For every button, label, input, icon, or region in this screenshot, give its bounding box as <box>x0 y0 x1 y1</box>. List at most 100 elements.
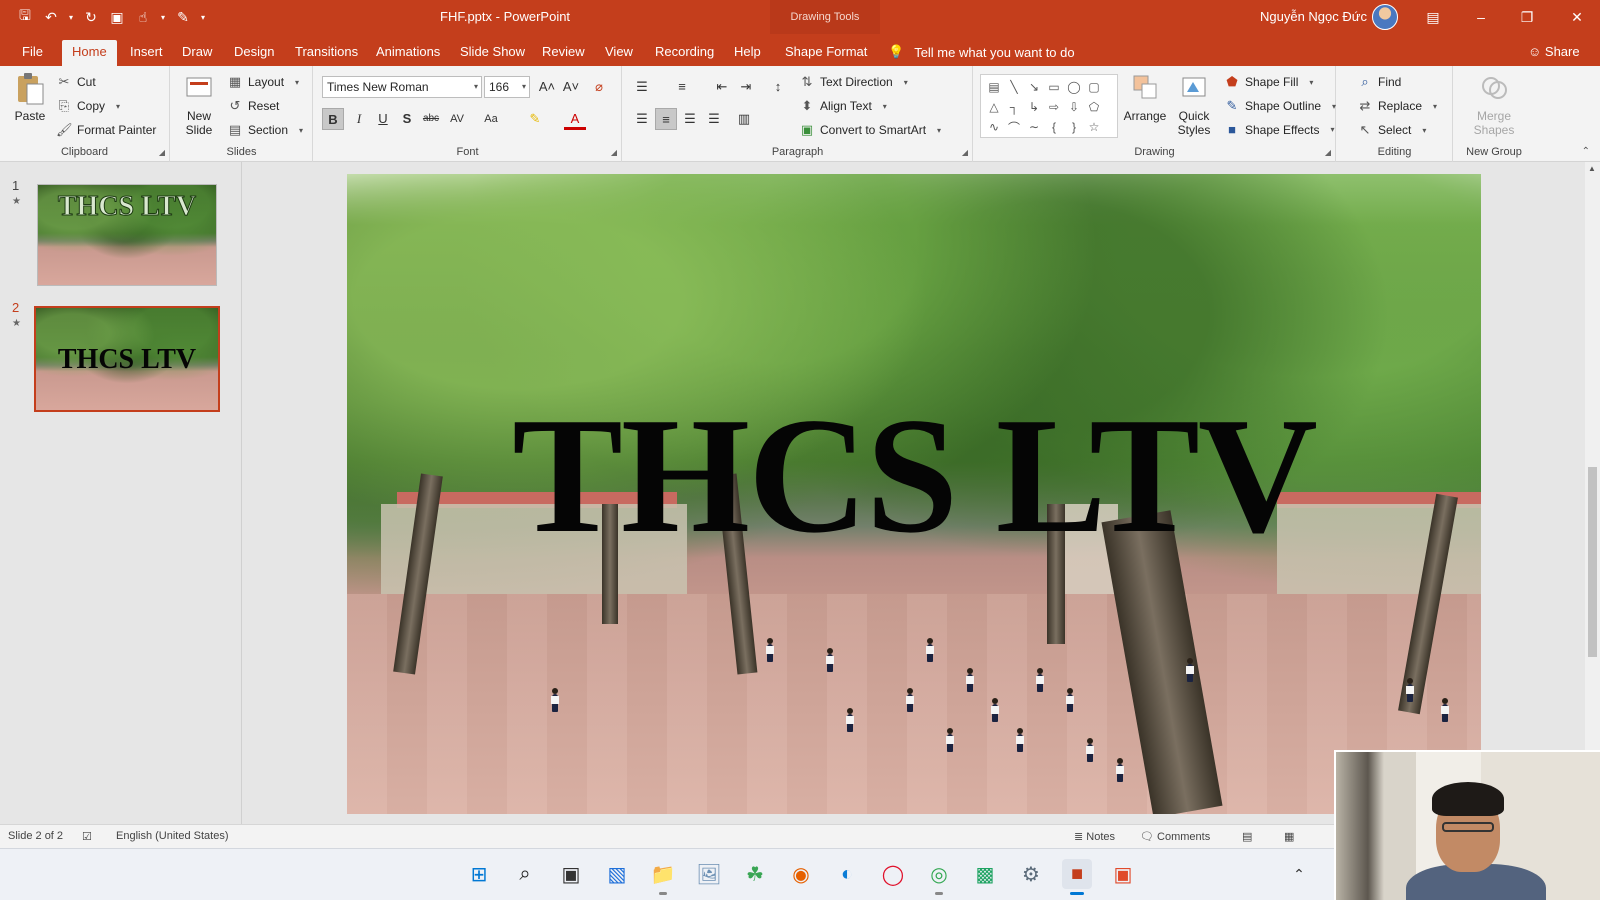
opera-icon[interactable]: ◯ <box>878 859 908 889</box>
shapes-gallery[interactable]: ▤ ╲ ↘ ▭ ◯ ▢ △ ┐ ↳ ⇨ ⇩ ⬠ ∿ ⌒ ∼ { } ☆ <box>980 74 1118 138</box>
oval-shape-icon[interactable]: ◯ <box>1064 77 1084 97</box>
tab-draw[interactable]: Draw <box>172 40 222 66</box>
widgets-icon[interactable]: ▧ <box>602 859 632 889</box>
text-shadow-icon[interactable]: S <box>396 108 418 130</box>
clear-formatting-icon[interactable]: ⌀ <box>588 76 610 98</box>
align-left-icon[interactable]: ☰ <box>631 108 653 130</box>
convert-smartart-button[interactable]: ▣ Convert to SmartArt ▾ <box>799 122 947 138</box>
select-button[interactable]: ↖ Select ▾ <box>1357 122 1432 138</box>
tab-help[interactable]: Help <box>724 40 771 66</box>
highlight-color-icon[interactable]: ✎ <box>524 108 546 130</box>
curve-icon[interactable]: ∼ <box>1024 117 1044 137</box>
font-launcher-icon[interactable]: ◢ <box>611 148 617 157</box>
minimize-icon[interactable]: – <box>1458 0 1504 34</box>
camtasia-icon[interactable]: ▩ <box>970 859 1000 889</box>
shape-outline-button[interactable]: ✎ Shape Outline ▾ <box>1224 98 1342 114</box>
star-shape-icon[interactable]: ☆ <box>1084 117 1104 137</box>
redo-icon[interactable]: ↻ <box>80 6 102 28</box>
bold-icon[interactable]: B <box>322 108 344 130</box>
justify-icon[interactable]: ☰ <box>703 108 725 130</box>
share-button[interactable]: ☺ Share <box>1528 44 1580 59</box>
drawing-launcher-icon[interactable]: ◢ <box>1325 148 1331 157</box>
find-button[interactable]: ⌕ Find <box>1357 74 1401 90</box>
left-brace-icon[interactable]: { <box>1044 117 1064 137</box>
elbow-arrow-icon[interactable]: ↳ <box>1024 97 1044 117</box>
arc-icon[interactable]: ⌒ <box>1004 117 1024 137</box>
line-shape-icon[interactable]: ╲ <box>1004 77 1024 97</box>
paste-button[interactable]: Paste <box>10 72 50 123</box>
search-icon[interactable]: ⌕ <box>510 859 540 889</box>
touch-dropdown-icon[interactable]: ▾ <box>158 6 168 28</box>
slide-title-text[interactable]: THCS LTV <box>347 392 1481 558</box>
presentation-icon[interactable]: ▣ <box>106 6 128 28</box>
align-text-button[interactable]: ⬍ Align Text ▾ <box>799 98 893 114</box>
strikethrough-icon[interactable]: abc <box>420 108 442 130</box>
language-status[interactable]: English (United States) <box>116 830 229 842</box>
format-painter-button[interactable]: 🖌 Format Painter <box>56 122 156 138</box>
firefox-icon[interactable]: ◉ <box>786 859 816 889</box>
chrome-icon[interactable]: ◎ <box>924 859 954 895</box>
tell-me-search[interactable]: 💡 Tell me what you want to do <box>888 44 1075 60</box>
font-family-select[interactable]: Times New Roman ▾ <box>322 76 482 98</box>
quick-styles-button[interactable]: Quick Styles <box>1172 72 1216 137</box>
tab-animations[interactable]: Animations <box>366 40 450 66</box>
restore-icon[interactable]: ❐ <box>1504 0 1550 34</box>
line-spacing-icon[interactable]: ↕ <box>767 76 789 98</box>
settings-gear-icon[interactable]: ⚙ <box>1016 859 1046 889</box>
text-direction-button[interactable]: ⇅ Text Direction ▾ <box>799 74 914 90</box>
scrollbar-thumb[interactable] <box>1588 467 1597 657</box>
scroll-up-icon[interactable]: ▲ <box>1588 164 1596 173</box>
chevron-up-icon[interactable]: ⌃ <box>1284 859 1314 889</box>
shrink-font-icon[interactable]: A˅ <box>560 76 582 98</box>
app-icon[interactable]: ☘ <box>740 859 770 889</box>
new-slide-button[interactable]: New Slide <box>177 72 221 137</box>
notes-button[interactable]: ≣ Notes <box>1074 830 1115 843</box>
tab-home[interactable]: Home <box>62 40 117 66</box>
right-arrow-shape-icon[interactable]: ⇨ <box>1044 97 1064 117</box>
windows-start-icon[interactable]: ⊞ <box>464 859 494 889</box>
collapse-ribbon-icon[interactable]: ⌃ <box>1582 146 1590 157</box>
tab-recording[interactable]: Recording <box>645 40 724 66</box>
undo-icon[interactable]: ↶ <box>40 6 62 28</box>
tab-shape-format[interactable]: Shape Format <box>775 40 877 66</box>
down-arrow-shape-icon[interactable]: ⇩ <box>1064 97 1084 117</box>
tab-file[interactable]: File <box>12 40 53 66</box>
align-center-icon[interactable]: ≡ <box>655 108 677 130</box>
powerpoint-icon[interactable]: ■ <box>1062 859 1092 895</box>
increase-indent-icon[interactable]: ⇥ <box>735 76 757 98</box>
slide-thumbnail-2[interactable]: THCS LTV <box>34 306 220 412</box>
close-icon[interactable]: ✕ <box>1554 0 1600 34</box>
freeform-icon[interactable]: ∿ <box>984 117 1004 137</box>
decrease-indent-icon[interactable]: ⇤ <box>711 76 733 98</box>
textbox-shape-icon[interactable]: ▤ <box>984 77 1004 97</box>
ribbon-display-icon[interactable]: ▤ <box>1410 0 1456 34</box>
photos-icon[interactable]: 🖼 <box>694 859 724 889</box>
slide-canvas[interactable]: THCS LTV <box>347 174 1481 814</box>
cut-button[interactable]: ✂ Cut <box>56 74 96 90</box>
accessibility-icon[interactable]: ☑ <box>82 830 92 843</box>
right-brace-icon[interactable]: } <box>1064 117 1084 137</box>
recorder-icon[interactable]: ▣ <box>1108 859 1138 889</box>
elbow-connector-icon[interactable]: ┐ <box>1004 97 1024 117</box>
edge-icon[interactable]: ◐ <box>832 859 862 889</box>
numbering-icon[interactable]: ≡ <box>671 76 693 98</box>
save-icon[interactable]: 🖫 <box>14 6 36 28</box>
rectangle-shape-icon[interactable]: ▭ <box>1044 77 1064 97</box>
change-case-icon[interactable]: Aa <box>480 108 502 130</box>
merge-shapes-button[interactable]: Merge Shapes <box>1464 72 1524 137</box>
italic-icon[interactable]: I <box>348 108 370 130</box>
customize-qat-icon[interactable]: ▾ <box>198 6 208 28</box>
paragraph-launcher-icon[interactable]: ◢ <box>962 148 968 157</box>
chevron-shape-icon[interactable]: ⬠ <box>1084 97 1104 117</box>
shape-fill-button[interactable]: ⬟ Shape Fill ▾ <box>1224 74 1319 90</box>
section-button[interactable]: ▤ Section ▾ <box>227 122 309 138</box>
comments-button[interactable]: 🗨 Comments <box>1140 830 1210 843</box>
tab-design[interactable]: Design <box>224 40 284 66</box>
shape-effects-button[interactable]: ■ Shape Effects ▾ <box>1224 122 1341 137</box>
underline-icon[interactable]: U <box>372 108 394 130</box>
layout-button[interactable]: ▦ Layout ▾ <box>227 74 305 90</box>
grow-font-icon[interactable]: A˄ <box>536 76 558 98</box>
normal-view-icon[interactable]: ▤ <box>1242 830 1252 843</box>
font-size-select[interactable]: 166 ▾ <box>484 76 530 98</box>
bullets-icon[interactable]: ☰ <box>631 76 653 98</box>
